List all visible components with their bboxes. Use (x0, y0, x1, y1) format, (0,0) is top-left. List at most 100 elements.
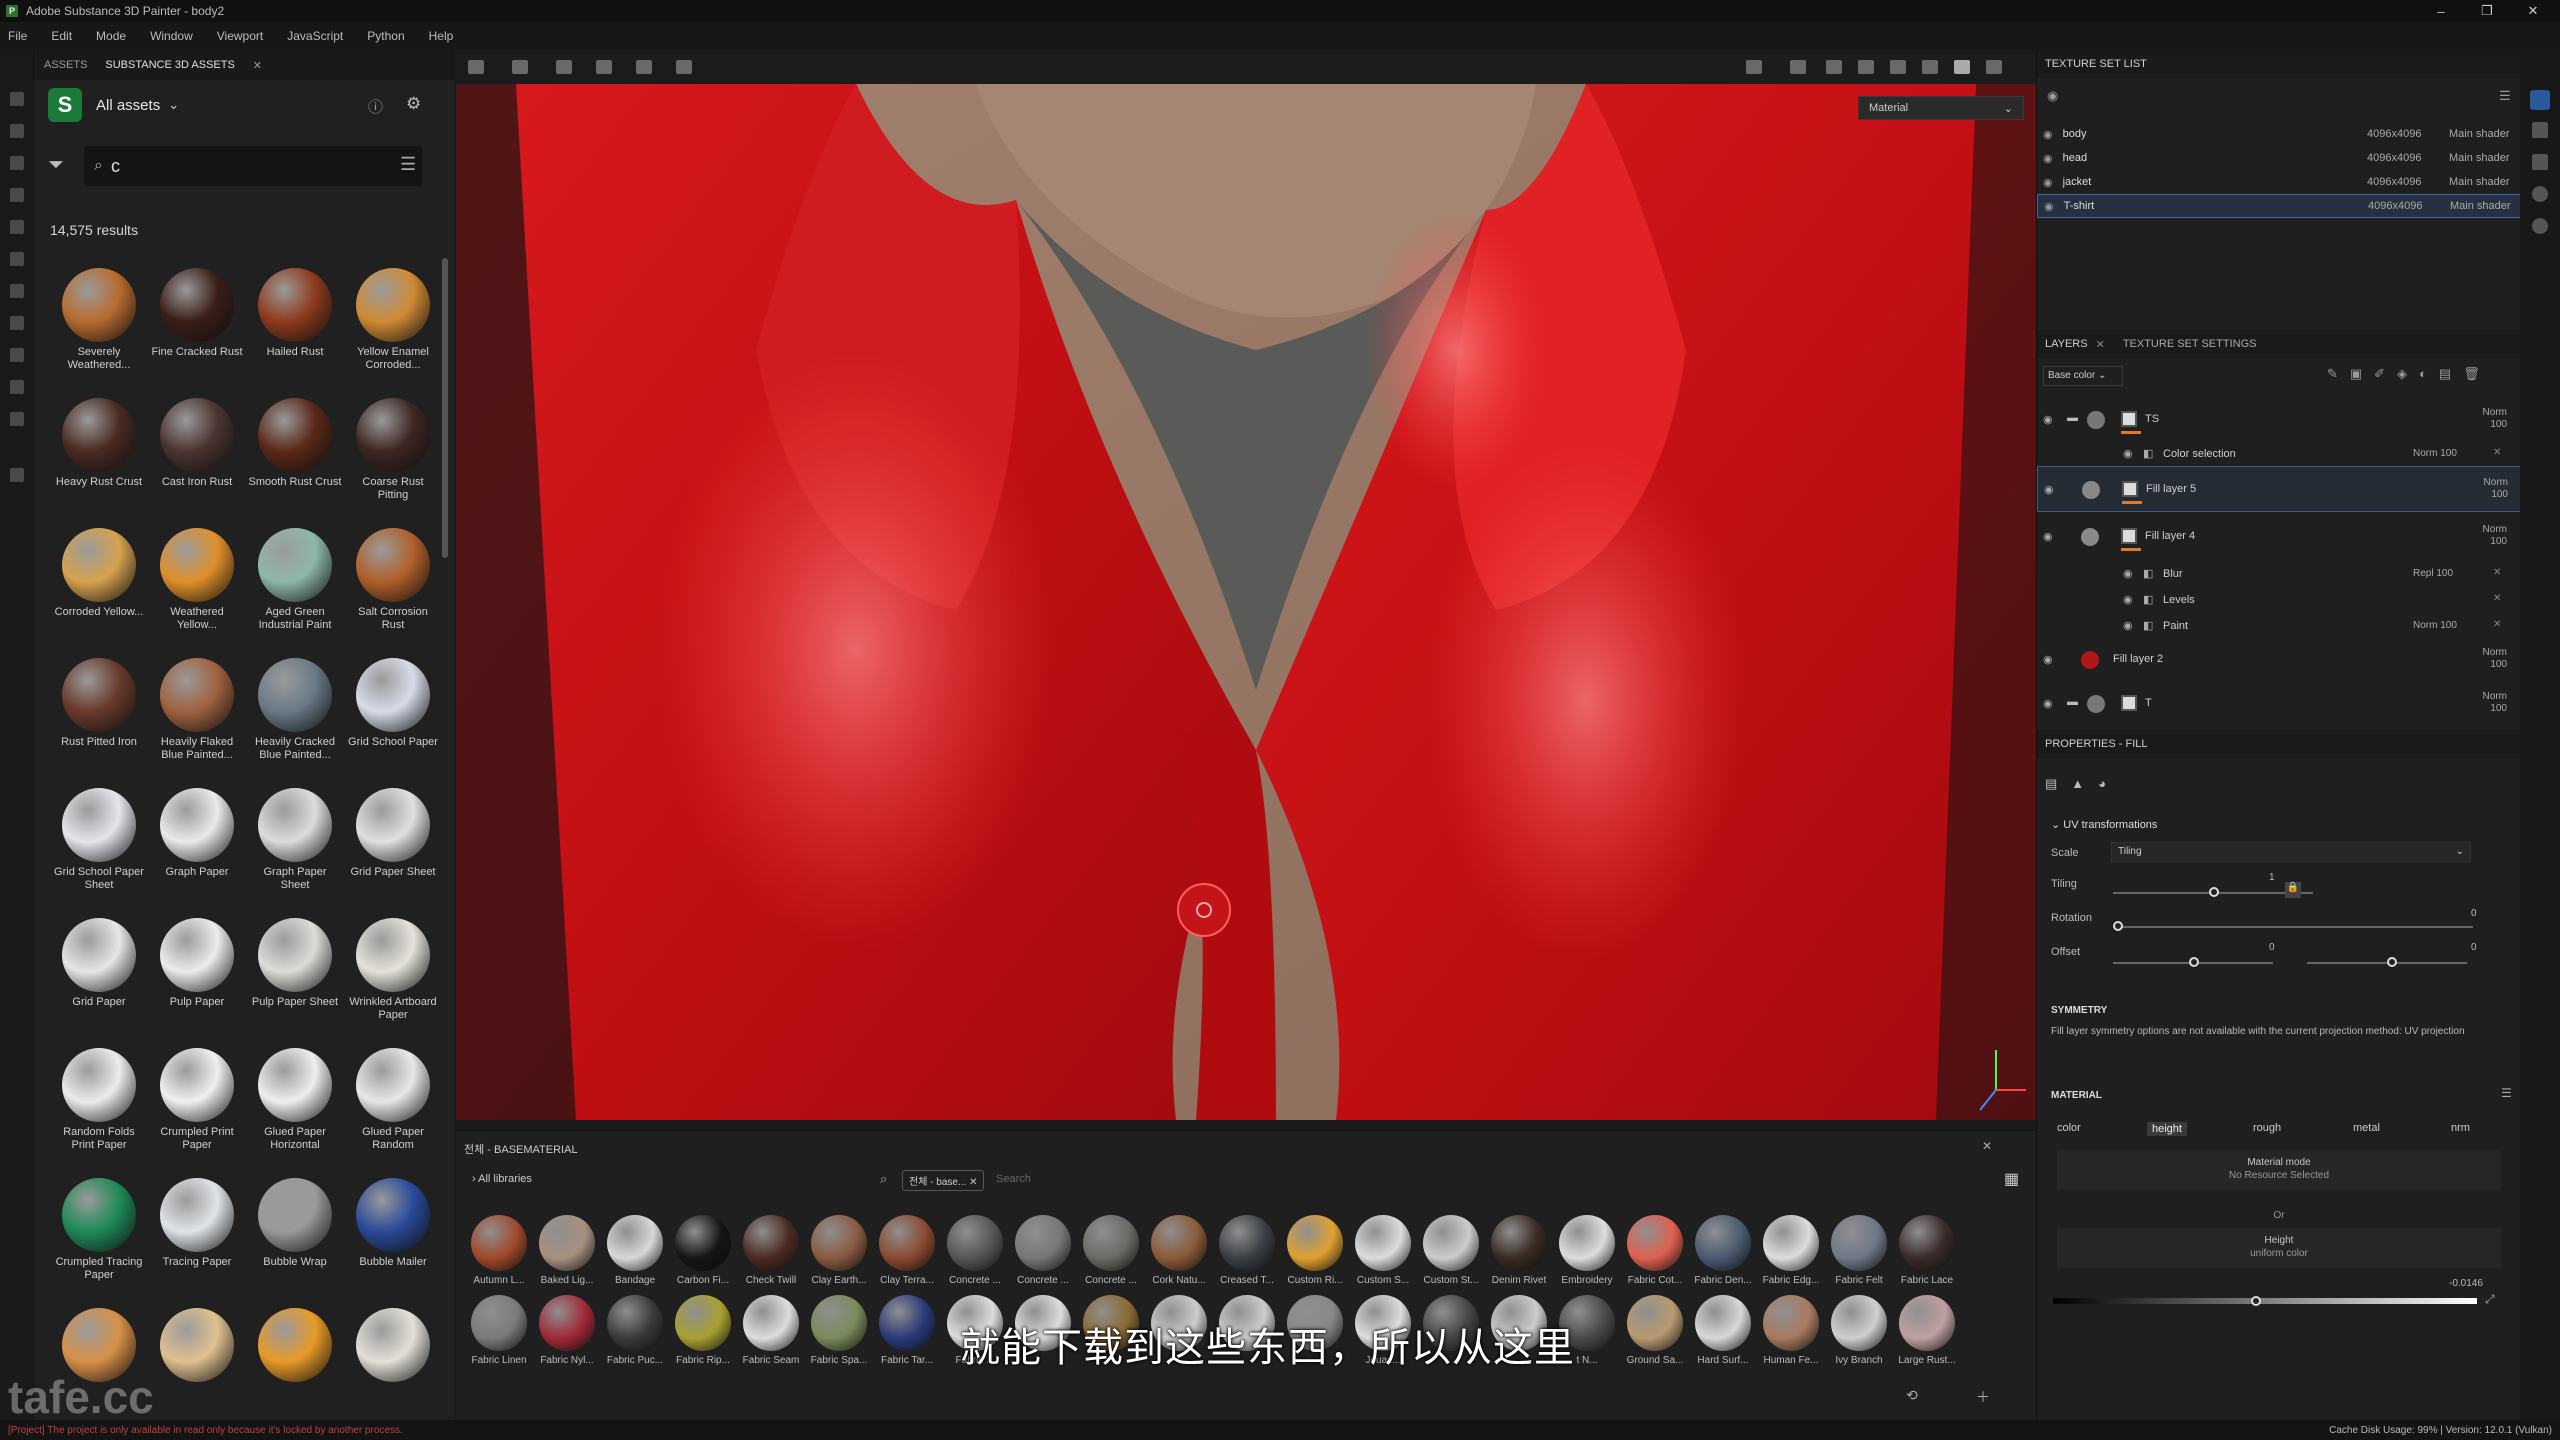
help-icon[interactable]: ⓘ (368, 96, 383, 117)
texture-set-row[interactable]: ◉ body 4096x4096 Main shader (2037, 122, 2521, 146)
shelf-material[interactable]: Creased T... (1214, 1215, 1280, 1286)
menu-window[interactable]: Window (150, 29, 193, 43)
material-mode-button[interactable]: Material mode No Resource Selected (2057, 1150, 2501, 1190)
remove-effect-icon[interactable]: ✕ (2493, 567, 2501, 578)
texture-set-row[interactable]: ◉ jacket 4096x4096 Main shader (2037, 170, 2521, 194)
shelf-material[interactable]: Fabric Rip... (670, 1295, 736, 1366)
offset-u-knob[interactable] (2189, 957, 2199, 967)
video-icon[interactable] (1890, 60, 1906, 74)
menu-mode[interactable]: Mode (96, 29, 126, 43)
height-slider[interactable] (2053, 1298, 2477, 1304)
layer-row[interactable]: ◉ ◧ Color selection Norm 100 ✕ (2037, 442, 2521, 466)
eye-icon[interactable]: ◉ (2043, 653, 2053, 666)
asset-tile[interactable]: Yellow Enamel Corroded... (344, 260, 442, 390)
filter-chip[interactable]: 전체 - base... ✕ (902, 1170, 985, 1191)
shelf-material[interactable]: Bandage (602, 1215, 668, 1286)
menu-python[interactable]: Python (367, 29, 404, 43)
shelf-material[interactable]: Fabric Linen (466, 1295, 532, 1366)
camera-icon[interactable] (1858, 60, 1874, 74)
frame-icon[interactable] (636, 60, 652, 74)
maximize-icon[interactable]: ❐ (2464, 0, 2510, 22)
eraser-icon[interactable] (10, 124, 24, 138)
menu-file[interactable]: File (8, 29, 27, 43)
asset-tile[interactable]: Tracing Paper (148, 1170, 246, 1300)
asset-tile[interactable]: Pulp Paper (148, 910, 246, 1040)
asset-tile[interactable] (148, 1300, 246, 1420)
layer-mask-thumbnail[interactable] (2122, 481, 2138, 497)
shelf-material[interactable]: Clay Terra... (874, 1215, 940, 1286)
list-icon[interactable] (10, 468, 24, 482)
asset-tile[interactable]: Cast Iron Rust (148, 390, 246, 520)
layer-mask-thumbnail[interactable] (2121, 411, 2137, 427)
asset-tile[interactable]: Heavy Rust Crust (50, 390, 148, 520)
shelf-material[interactable]: Autumn L... (466, 1215, 532, 1286)
remove-effect-icon[interactable]: ✕ (2493, 619, 2501, 630)
shelf-material[interactable]: Fabric Cot... (1622, 1215, 1688, 1286)
layer-row[interactable]: ◉ Fill layer 5 Norm 100 (2037, 466, 2521, 512)
shelf-material[interactable]: Ground Sa... (1622, 1295, 1688, 1366)
effect-blend[interactable]: Norm 100 (2413, 620, 2457, 631)
bake-icon[interactable] (10, 316, 24, 330)
material-dropdown[interactable]: Material ⌄ (1858, 96, 2024, 120)
tiling-slider-knob[interactable] (2209, 887, 2219, 897)
layer-mask-thumbnail[interactable] (2121, 695, 2137, 711)
channel-rough[interactable]: rough (2253, 1122, 2281, 1134)
channel-height[interactable]: height (2147, 1122, 2187, 1136)
tab-substance-3d-assets[interactable]: SUBSTANCE 3D ASSETS (105, 59, 234, 71)
brush-mode-icon[interactable] (1954, 60, 1970, 74)
texture-set-shader[interactable]: Main shader (2450, 200, 2511, 212)
close-tab-icon[interactable]: ✕ (253, 59, 262, 72)
asset-tile[interactable]: Corroded Yellow... (50, 520, 148, 650)
3d-viewport[interactable] (456, 50, 2036, 1120)
asset-tile[interactable]: Graph Paper (148, 780, 246, 910)
layer-blend[interactable]: Norm 100 (2467, 691, 2507, 715)
shelf-material[interactable]: Check Twill (738, 1215, 804, 1286)
shelf-material[interactable]: Fabric Felt (1826, 1215, 1892, 1286)
close-tab-icon[interactable]: ✕ (2096, 338, 2105, 351)
shelf-material[interactable]: Concrete ... (1078, 1215, 1144, 1286)
eye-icon[interactable]: ◉ (2123, 593, 2133, 606)
asset-tile[interactable]: Rust Pitted Iron (50, 650, 148, 780)
flip-icon[interactable] (596, 60, 612, 74)
asset-tile[interactable]: Bubble Mailer (344, 1170, 442, 1300)
screenshot-icon[interactable] (1986, 60, 2002, 74)
shelf-material[interactable]: Human Fe... (1758, 1295, 1824, 1366)
layer-row[interactable]: ◉ ▬ TS Norm 100 (2037, 400, 2521, 440)
layer-row[interactable]: ◉ ▬ T Norm 100 (2037, 684, 2521, 724)
shelf-material[interactable]: Large Rust... (1894, 1295, 1960, 1366)
layer-row[interactable]: ◉ ◧ Paint Norm 100 ✕ (2037, 614, 2521, 638)
menu-icon[interactable]: ☰ (2501, 1086, 2512, 1100)
shelf-material[interactable]: Fabric Den... (1690, 1215, 1756, 1286)
filter-icon[interactable]: ⏷ (48, 154, 64, 177)
shelf-material[interactable]: Cork Natu... (1146, 1215, 1212, 1286)
refresh-icon[interactable]: ⟲ (1906, 1387, 1918, 1404)
shelf-material[interactable]: Custom Ri... (1282, 1215, 1348, 1286)
layer-tools-icon[interactable]: ✎▣✐◈◐▤🗑 (2327, 366, 2492, 382)
layer-mask-thumbnail[interactable] (2121, 528, 2137, 544)
eye-icon[interactable]: ◉ (2043, 697, 2053, 710)
asset-tile[interactable]: Salt Corrosion Rust (344, 520, 442, 650)
shelf-close-icon[interactable]: ✕ (1982, 1139, 1992, 1153)
asset-tile[interactable]: Grid School Paper (344, 650, 442, 780)
layer-row[interactable]: ◉ Fill layer 2 Norm 100 (2037, 640, 2521, 680)
expand-icon[interactable]: ⤢ (2485, 1292, 2495, 1307)
remove-effect-icon[interactable]: ✕ (2493, 593, 2501, 604)
asset-tile[interactable]: Glued Paper Random (344, 1040, 442, 1170)
asset-tile[interactable]: Severely Weathered... (50, 260, 148, 390)
shelf-material[interactable]: Fabric Tar... (874, 1295, 940, 1366)
asset-tile[interactable]: Aged Green Industrial Paint (246, 520, 344, 650)
layer-row[interactable]: ◉ Fill layer 4 Norm 100 (2037, 514, 2521, 560)
layer-blend[interactable]: Norm 100 (2467, 407, 2507, 431)
tab-layers[interactable]: LAYERS (2045, 338, 2088, 350)
display-settings-icon[interactable] (2532, 122, 2548, 138)
rotation-slider[interactable] (2113, 926, 2473, 928)
asset-tile[interactable] (246, 1300, 344, 1420)
shelf-material[interactable]: Fabric Edg... (1758, 1215, 1824, 1286)
gear-icon[interactable]: ⚙ (406, 94, 421, 114)
shelf-material[interactable]: Fabric Nyl... (534, 1295, 600, 1366)
shelf-material[interactable]: Baked Lig... (534, 1215, 600, 1286)
asset-tile[interactable]: Smooth Rust Crust (246, 390, 344, 520)
search-input[interactable]: ⌕ c (84, 146, 422, 186)
clone-icon[interactable] (10, 252, 24, 266)
eye-icon[interactable]: ◉ (2043, 530, 2053, 543)
